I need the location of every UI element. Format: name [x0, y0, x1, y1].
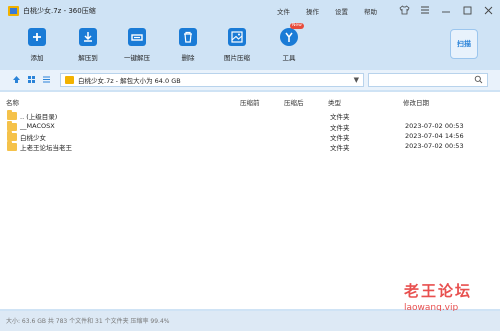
chevron-down-icon[interactable]: ▼	[354, 76, 359, 84]
file-type: 文件夹	[330, 113, 350, 121]
file-type: 文件夹	[330, 124, 350, 132]
window-controls	[398, 4, 494, 16]
image-compress-icon	[228, 28, 246, 46]
file-date: 2023-07-02 00:53	[405, 122, 464, 130]
file-name: 白桃少女	[20, 134, 46, 142]
window-title: 白桃少女.7z - 360压缩	[23, 7, 96, 15]
one-click-extract-label: 一键解压	[124, 54, 150, 62]
one-click-extract-icon	[128, 28, 146, 46]
image-compress-button[interactable]: 图片压缩	[214, 28, 260, 62]
watermark: 老王论坛 laowang.vip	[404, 280, 472, 313]
folder-icon	[7, 121, 17, 131]
status-bar: 大小: 63.6 GB 共 783 个文件和 31 个文件夹 压缩率 99.4%	[0, 311, 500, 331]
extract-to-label: 解压到	[78, 54, 98, 62]
watermark-title: 老王论坛	[404, 282, 473, 300]
add-button[interactable]: 添加	[14, 28, 60, 62]
file-name: __MACOSX	[20, 122, 55, 130]
delete-button[interactable]: 删除	[165, 28, 211, 62]
folder-icon	[7, 131, 17, 141]
file-type: 文件夹	[330, 144, 350, 152]
search-icon[interactable]	[474, 75, 483, 86]
list-item[interactable]: 上老王论坛当老王 文件夹 2023-07-02 00:53	[0, 141, 500, 152]
image-compress-label: 图片压缩	[224, 54, 250, 62]
close-icon[interactable]	[482, 4, 494, 16]
thumbnail-view-icon[interactable]	[27, 75, 36, 84]
new-badge: New	[290, 23, 304, 29]
column-date[interactable]: 修改日期	[403, 97, 429, 107]
one-click-extract-button[interactable]: 一键解压	[114, 28, 160, 62]
extract-to-icon	[79, 28, 97, 46]
add-icon	[28, 28, 46, 46]
minimize-icon[interactable]	[440, 4, 452, 16]
menu-settings[interactable]: 设置	[335, 6, 348, 16]
column-name[interactable]: 名称	[6, 97, 19, 107]
delete-label: 删除	[181, 54, 195, 62]
menu-operation[interactable]: 操作	[306, 6, 319, 16]
folder-icon	[7, 141, 17, 151]
scan-label: 扫描	[457, 40, 471, 48]
extract-to-button[interactable]: 解压到	[65, 28, 111, 62]
nav-icons	[12, 75, 51, 84]
file-type: 文件夹	[330, 134, 350, 142]
file-date: 2023-07-04 14:56	[405, 132, 464, 140]
file-list: 名称 压缩前 压缩后 类型 修改日期 .. (上级目录) 文件夹 __MACOS…	[0, 92, 500, 309]
delete-icon	[179, 28, 197, 46]
column-original-size[interactable]: 压缩前	[240, 97, 260, 107]
status-text: 大小: 63.6 GB 共 783 个文件和 31 个文件夹 压缩率 99.4%	[6, 318, 170, 325]
search-input[interactable]	[368, 73, 488, 87]
scan-button[interactable]: 扫描	[450, 29, 478, 59]
menu-file[interactable]: 文件	[277, 6, 290, 16]
maximize-icon[interactable]	[461, 4, 473, 16]
file-date: 2023-07-02 00:53	[405, 142, 464, 150]
list-item[interactable]: __MACOSX 文件夹 2023-07-02 00:53	[0, 121, 500, 132]
archive-app-icon	[8, 6, 19, 16]
list-item[interactable]: 白桃少女 文件夹 2023-07-04 14:56	[0, 131, 500, 142]
column-compressed-size[interactable]: 压缩后	[284, 97, 304, 107]
add-label: 添加	[30, 54, 44, 62]
file-name: .. (上级目录)	[20, 113, 58, 121]
file-name: 上老王论坛当老王	[20, 144, 72, 152]
menu-icon[interactable]	[419, 4, 431, 16]
column-type[interactable]: 类型	[328, 97, 341, 107]
tools-icon: New	[280, 23, 304, 46]
archive-icon	[65, 76, 74, 84]
list-view-icon[interactable]	[42, 75, 51, 84]
menu-bar: 文件 操作 设置 帮助	[277, 6, 377, 16]
menu-help[interactable]: 帮助	[364, 6, 377, 16]
path-text: 白桃少女.7z - 解包大小为 64.0 GB	[78, 77, 181, 85]
up-arrow-icon[interactable]	[12, 75, 21, 84]
path-field[interactable]: 白桃少女.7z - 解包大小为 64.0 GB ▼	[60, 73, 364, 87]
list-item[interactable]: .. (上级目录) 文件夹	[0, 110, 500, 121]
tools-button[interactable]: New 工具	[266, 23, 312, 62]
address-bar: 白桃少女.7z - 解包大小为 64.0 GB ▼	[0, 70, 500, 90]
folder-icon	[7, 110, 17, 120]
toolbar: 添加 解压到 一键解压 删除 图片压缩 New 工具	[0, 22, 500, 68]
tools-label: 工具	[282, 54, 296, 62]
shirt-icon[interactable]	[398, 4, 410, 16]
